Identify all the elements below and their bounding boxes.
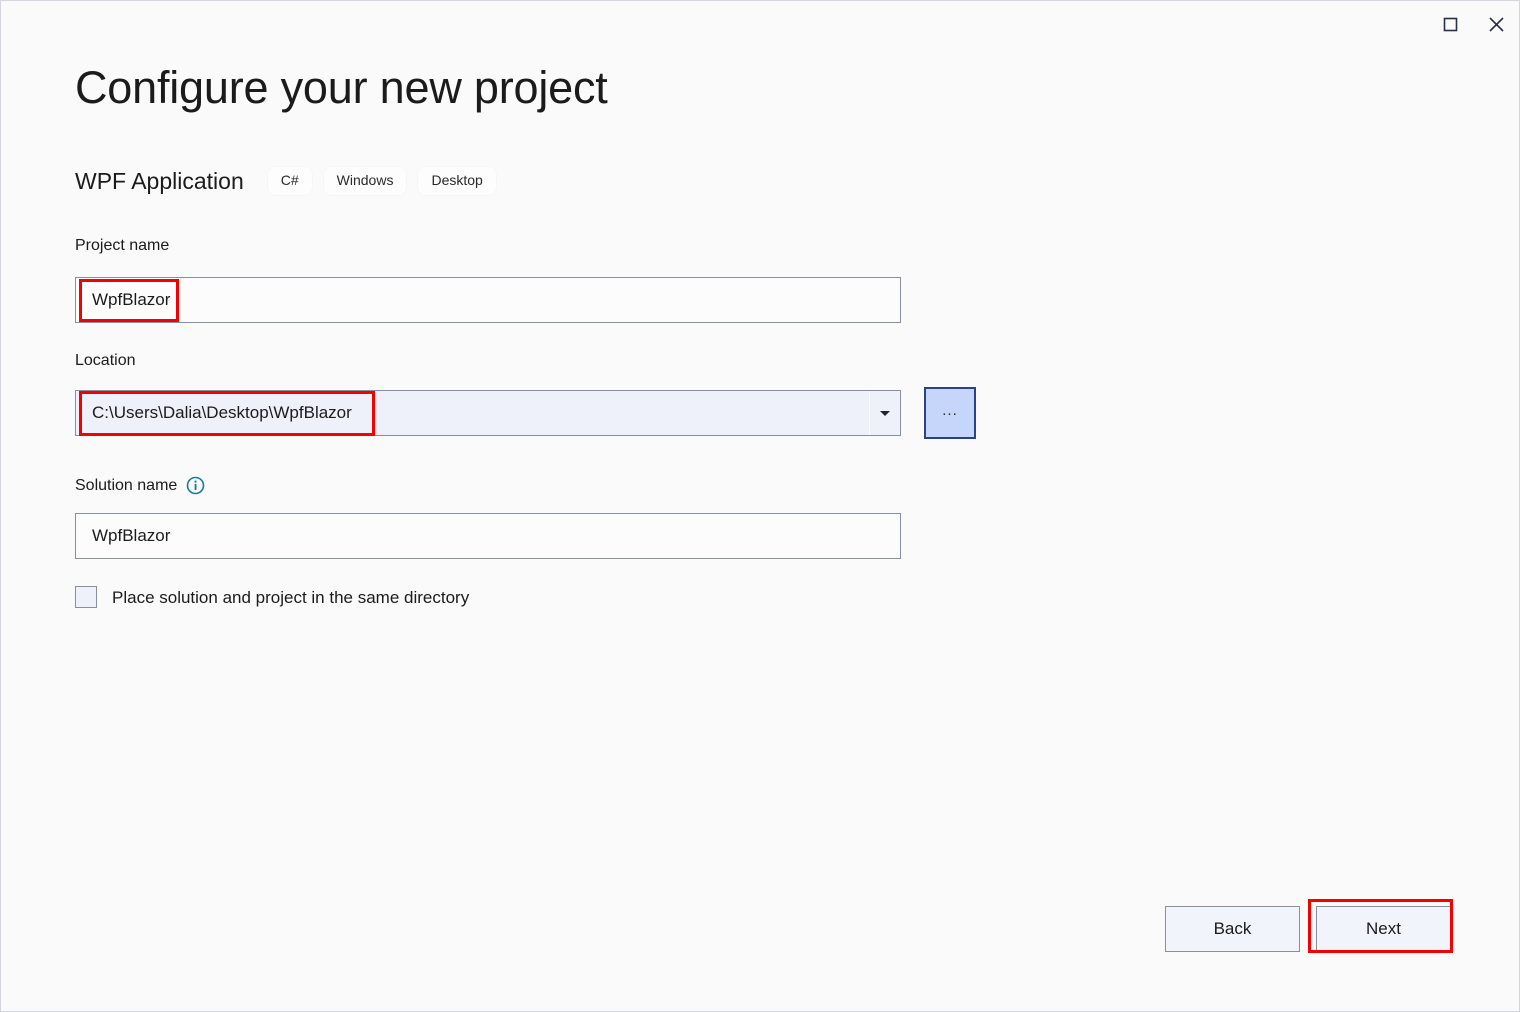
template-summary: WPF Application C# Windows Desktop xyxy=(75,167,496,195)
title-bar xyxy=(1,1,1519,57)
back-button[interactable]: Back xyxy=(1165,906,1300,952)
location-combobox[interactable]: C:\Users\Dalia\Desktop\WpfBlazor xyxy=(75,390,901,436)
solution-name-label-text: Solution name xyxy=(75,478,177,494)
close-icon xyxy=(1488,16,1505,33)
tag-language: C# xyxy=(268,167,312,195)
next-button[interactable]: Next xyxy=(1316,906,1451,952)
same-directory-label: Place solution and project in the same d… xyxy=(112,589,469,606)
template-name: WPF Application xyxy=(75,170,244,193)
solution-name-value: WpfBlazor xyxy=(92,526,170,546)
tag-project-type: Desktop xyxy=(418,167,495,195)
maximize-button[interactable] xyxy=(1427,1,1473,47)
maximize-icon xyxy=(1443,17,1458,32)
location-value: C:\Users\Dalia\Desktop\WpfBlazor xyxy=(76,403,869,423)
browse-button-label: ... xyxy=(942,402,958,419)
dialog-footer: Back Next xyxy=(1165,906,1451,952)
location-label: Location xyxy=(75,353,136,369)
info-icon[interactable] xyxy=(186,476,205,495)
tag-platform: Windows xyxy=(324,167,407,195)
solution-name-input[interactable]: WpfBlazor xyxy=(75,513,901,559)
configure-project-dialog: Configure your new project WPF Applicati… xyxy=(0,0,1520,1012)
template-tags: C# Windows Desktop xyxy=(268,167,496,195)
same-directory-checkbox[interactable] xyxy=(75,586,97,608)
project-name-input[interactable]: WpfBlazor xyxy=(75,277,901,323)
chevron-down-icon[interactable] xyxy=(870,391,900,435)
solution-name-label: Solution name xyxy=(75,476,205,495)
browse-location-button[interactable]: ... xyxy=(924,387,976,439)
project-name-value: WpfBlazor xyxy=(92,290,170,310)
project-name-label: Project name xyxy=(75,238,169,254)
same-directory-row[interactable]: Place solution and project in the same d… xyxy=(75,586,469,608)
page-title: Configure your new project xyxy=(75,63,608,113)
close-button[interactable] xyxy=(1473,1,1519,47)
